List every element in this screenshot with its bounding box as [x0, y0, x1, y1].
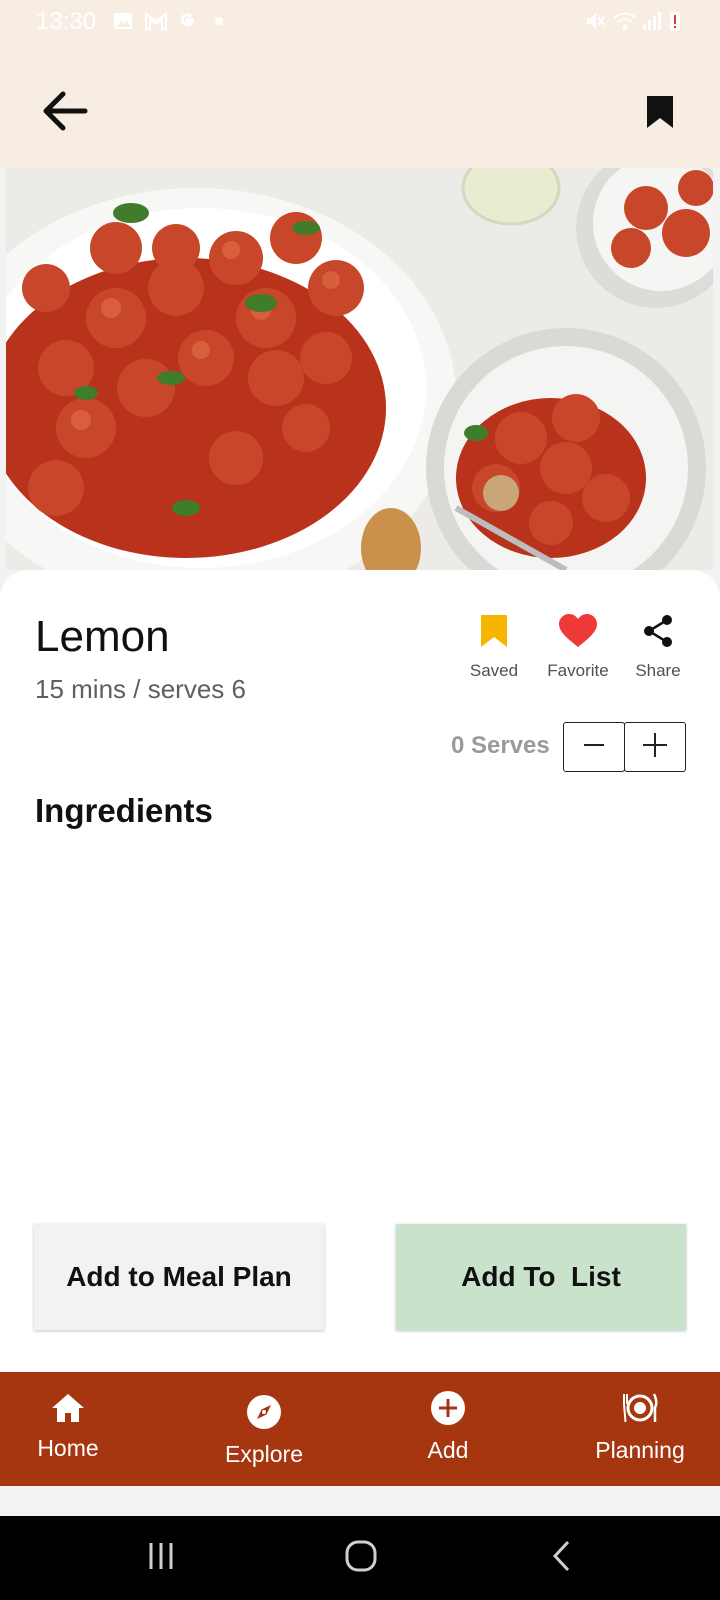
system-home-button[interactable]	[331, 1536, 391, 1580]
ingredients-heading: Ingredients	[35, 792, 213, 829]
heart-icon	[558, 614, 598, 653]
saved-label: Saved	[469, 661, 519, 680]
recipe-detail-card: Lemon 15 mins / serves 6 Saved Favorite …	[0, 570, 720, 1372]
system-navigation-bar	[0, 1516, 720, 1600]
image-icon	[112, 10, 134, 32]
recipe-meta: 15 mins / serves 6	[35, 674, 246, 704]
decrease-serves-button[interactable]	[563, 722, 625, 772]
meatballs-photo	[6, 168, 713, 570]
compass-icon	[246, 1394, 282, 1435]
plus-icon	[642, 732, 668, 763]
serves-count: 0 Serves	[451, 732, 550, 759]
bottom-navigation: Home Explore Add Planning	[0, 1372, 720, 1486]
status-bar: 13:30	[0, 0, 720, 48]
share-icon	[642, 614, 674, 653]
nav-planning[interactable]: Planning	[588, 1372, 692, 1486]
recipe-title: Lemon	[35, 612, 170, 661]
bookmark-icon	[645, 94, 675, 135]
favorite-button[interactable]: Favorite	[538, 614, 618, 681]
plate-icon	[621, 1390, 659, 1431]
nav-planning-label: Planning	[595, 1437, 685, 1463]
recents-button[interactable]	[131, 1536, 191, 1580]
nav-explore-label: Explore	[225, 1441, 303, 1467]
signal-icon	[640, 10, 662, 32]
home-circle-icon	[344, 1539, 378, 1578]
nav-home-label: Home	[37, 1435, 99, 1461]
home-icon	[50, 1392, 86, 1429]
increase-serves-button[interactable]	[624, 722, 686, 772]
recents-icon	[146, 1541, 176, 1576]
status-time: 13:30	[36, 8, 97, 35]
nav-add-label: Add	[427, 1437, 469, 1463]
back-button[interactable]	[36, 88, 92, 138]
add-circle-icon	[430, 1390, 466, 1431]
recipe-image	[6, 168, 713, 570]
app-bar	[0, 48, 720, 168]
battery-alert-icon	[668, 10, 690, 32]
minus-icon	[582, 733, 606, 762]
nav-explore[interactable]: Explore	[218, 1372, 310, 1486]
nav-home[interactable]: Home	[30, 1372, 106, 1486]
add-to-meal-plan-button[interactable]: Add to Meal Plan	[34, 1224, 324, 1330]
arrow-back-icon	[39, 89, 89, 138]
status-right-icons	[584, 10, 690, 32]
serves-stepper: 0 Serves	[440, 722, 686, 772]
status-left-icons	[112, 10, 230, 32]
bookmark-saved-icon	[479, 614, 509, 653]
nav-add[interactable]: Add	[418, 1372, 478, 1486]
back-chevron-icon	[550, 1539, 574, 1578]
mute-icon	[584, 10, 606, 32]
nav-gap	[0, 1486, 720, 1516]
share-button[interactable]: Share	[626, 614, 690, 681]
share-label: Share	[635, 661, 681, 680]
system-back-button[interactable]	[532, 1536, 592, 1580]
saved-button[interactable]: Saved	[460, 614, 528, 681]
gmail-icon	[144, 10, 167, 32]
google-icon	[176, 10, 198, 32]
add-to-list-button[interactable]: Add To List	[396, 1224, 686, 1330]
bookmark-button[interactable]	[640, 92, 680, 136]
recipe-actions: Saved Favorite Share	[460, 614, 700, 684]
favorite-label: Favorite	[547, 661, 609, 680]
dot-icon	[208, 10, 230, 32]
wifi-icon	[612, 10, 637, 32]
